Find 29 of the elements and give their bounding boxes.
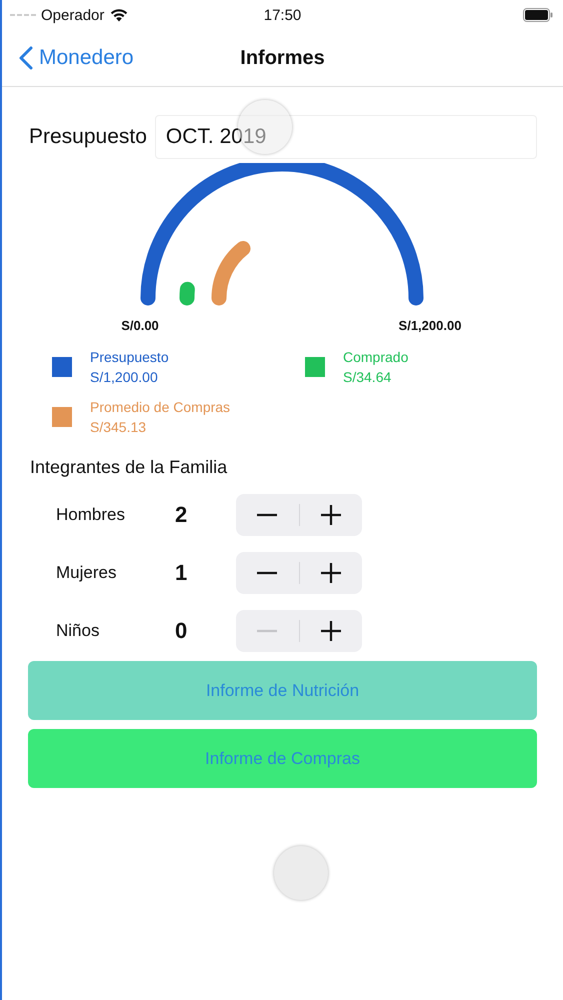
gauge-max-label: S/1,200.00 [398,318,462,333]
back-link[interactable]: Monedero [19,46,134,70]
screen-title: Informes [240,46,325,70]
battery-icon [523,8,553,22]
report-button[interactable]: Informe de Nutrición [28,661,537,720]
member-label: Mujeres [56,563,118,583]
stepper[interactable] [236,552,362,594]
member-count: 0 [175,618,188,644]
report-button[interactable]: Informe de Compras [28,729,537,788]
member-label: Niños [56,621,100,641]
back-chevron-icon [19,46,33,70]
member-count: 2 [175,502,188,528]
legend-amount: S/345.13 [90,419,148,435]
member-label: Hombres [56,505,126,525]
budget-label: Presupuesto [29,125,147,149]
touch-indicator [274,846,328,900]
stepper[interactable] [236,494,362,536]
gauge-min-label: S/0.00 [121,318,159,333]
legend-amount: S/1,200.00 [90,369,159,385]
legend-label: Promedio de Compras [90,399,230,415]
legend-amount: S/34.64 [343,369,392,385]
section-title: Integrantes de la Familia [30,457,228,478]
carrier-name: Operador [41,6,104,24]
legend-label: Presupuesto [90,349,169,365]
status-time: 17:50 [264,6,302,24]
month-field[interactable]: OCT. 2019 [154,115,537,159]
legend-label: Comprado [343,349,408,365]
member-count: 1 [175,560,188,586]
wifi-icon [109,8,130,22]
